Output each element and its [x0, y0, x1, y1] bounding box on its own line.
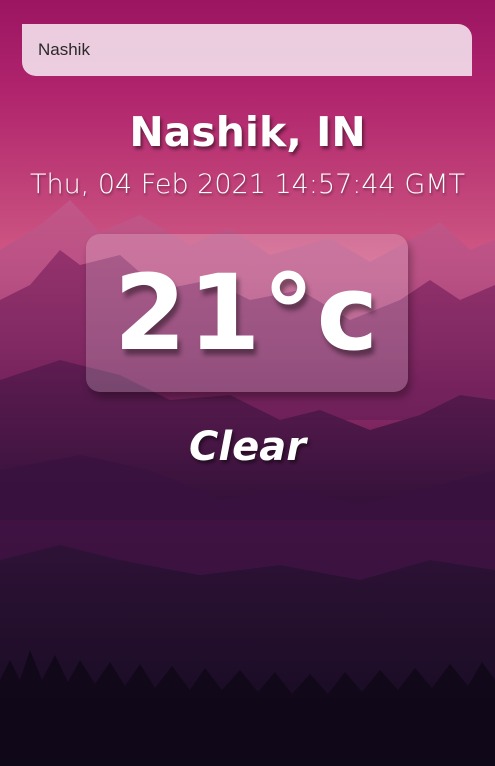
weather-condition: Clear — [189, 424, 306, 470]
location-title: Nashik, IN — [129, 108, 366, 156]
weather-app: Nashik, IN Thu, 04 Feb 2021 14:57:44 GMT… — [0, 0, 495, 766]
temperature-value: 21°c — [113, 252, 381, 374]
temperature-card: 21°c — [86, 234, 408, 392]
search-input[interactable] — [22, 24, 472, 76]
date-time: Thu, 04 Feb 2021 14:57:44 GMT — [29, 169, 466, 200]
